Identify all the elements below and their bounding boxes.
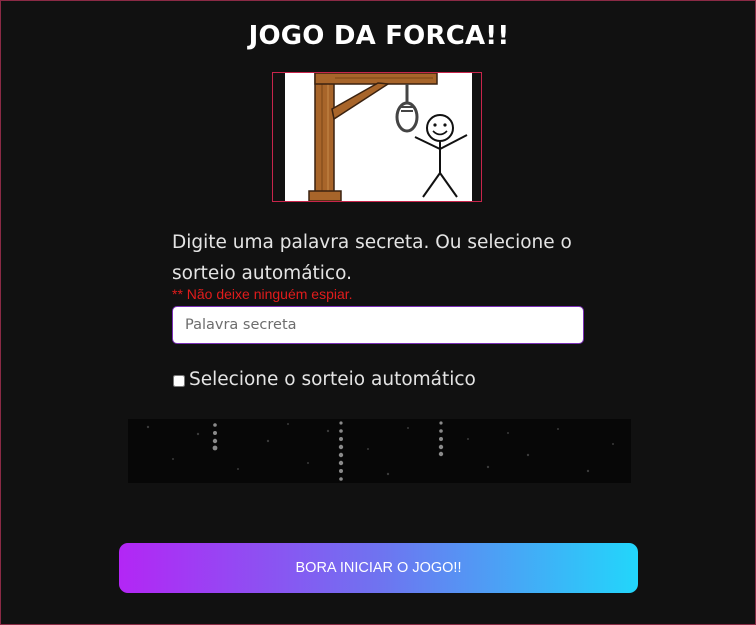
auto-draw-checkbox[interactable] [173,374,185,387]
auto-draw-label[interactable]: Selecione o sorteio automático [189,369,476,390]
hangman-image-frame [272,72,482,202]
start-game-button[interactable]: BORA INICIAR O JOGO!! [119,543,638,593]
instructions-text: Digite uma palavra secreta. Ou selecione… [172,232,572,284]
hangman-image [285,73,472,201]
auto-draw-option: Selecione o sorteio automático [172,369,476,390]
app-frame: JOGO DA FORCA!! Digite uma palavra secre… [0,0,756,625]
warning-text: ** Não deixe ninguém espiar. [172,286,353,302]
falling-letters-animation [128,419,631,483]
page-title: JOGO DA FORCA!! [248,21,510,51]
secret-word-input[interactable] [172,306,584,344]
